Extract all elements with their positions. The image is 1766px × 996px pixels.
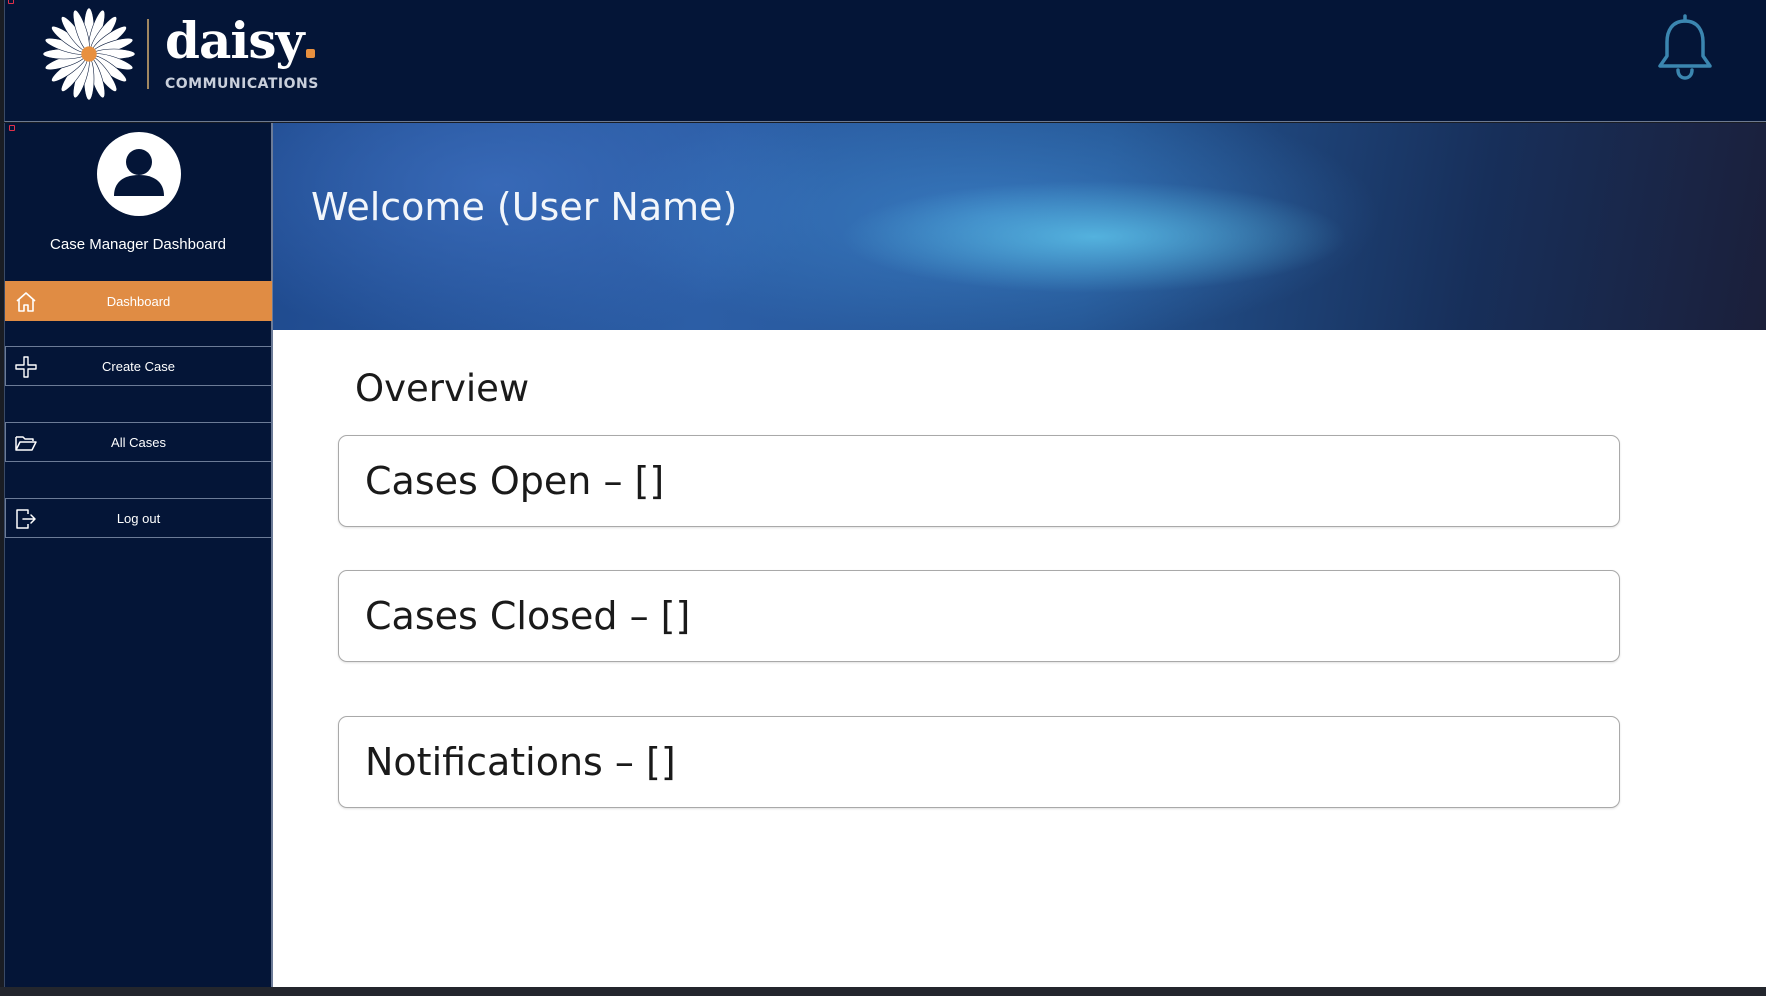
welcome-heading: Welcome (User Name) — [311, 185, 738, 229]
dashboard-role-label: Case Manager Dashboard — [50, 236, 226, 253]
sidebar: Case Manager Dashboard Dashboard Create … — [4, 123, 273, 987]
brand-name: daisy — [165, 16, 319, 66]
sidebar-item-label: Log out — [116, 510, 161, 526]
bottom-strip — [0, 987, 1766, 996]
plus-icon — [15, 356, 37, 378]
user-avatar-icon[interactable] — [97, 132, 181, 216]
lock-indicator-icon — [9, 125, 15, 131]
cases-closed-label: Cases Closed – [] — [365, 594, 691, 638]
sidebar-item-all-cases[interactable]: All Cases — [5, 422, 272, 462]
daisy-flower-logo-icon — [42, 7, 136, 101]
logo-wordmark: daisy COMMUNICATIONS — [165, 16, 319, 93]
sidebar-item-label: Dashboard — [106, 293, 171, 309]
brand-subtitle: COMMUNICATIONS — [165, 76, 319, 92]
sidebar-item-dashboard[interactable]: Dashboard — [5, 281, 272, 321]
sidebar-item-label: All Cases — [111, 434, 166, 450]
logo-divider — [147, 19, 149, 89]
top-bar: daisy COMMUNICATIONS — [4, 0, 1766, 122]
home-icon — [16, 292, 36, 312]
folder-open-icon — [15, 436, 37, 451]
cases-open-label: Cases Open – [] — [365, 459, 665, 503]
lock-indicator-icon — [8, 0, 14, 4]
sidebar-item-label: Create Case — [102, 358, 175, 374]
company-logo: daisy COMMUNICATIONS — [41, 6, 319, 102]
cases-closed-card[interactable]: Cases Closed – [] — [338, 570, 1620, 662]
overview-title: Overview — [355, 367, 530, 410]
app-frame: daisy COMMUNICATIONS Case Manager Dashbo… — [0, 0, 1766, 987]
sidebar-item-create-case[interactable]: Create Case — [5, 346, 272, 386]
bell-icon[interactable] — [1654, 12, 1716, 82]
sidebar-item-log-out[interactable]: Log out — [5, 498, 272, 538]
cases-open-card[interactable]: Cases Open – [] — [338, 435, 1620, 527]
welcome-banner: Welcome (User Name) — [273, 123, 1766, 330]
logout-icon — [16, 509, 36, 529]
main-content: Welcome (User Name) Overview Cases Open … — [273, 123, 1766, 987]
notifications-label: Notifications – [] — [365, 740, 676, 784]
notifications-card[interactable]: Notifications – [] — [338, 716, 1620, 808]
